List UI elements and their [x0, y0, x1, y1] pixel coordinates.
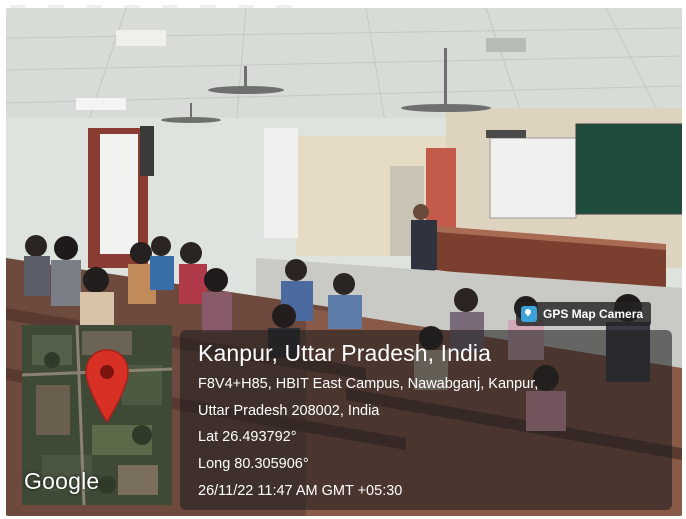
map-provider-label: Google	[24, 468, 100, 494]
map-pin-icon	[521, 306, 537, 322]
location-pin-icon	[85, 349, 129, 424]
address-line-1: F8V4+H85, HBIT East Campus, Nawabganj, K…	[198, 376, 539, 392]
datetime-text: 26/11/22 11:47 AM GMT +05:30	[198, 483, 403, 499]
brand-label: GPS Map Camera	[543, 307, 644, 321]
top-blur-dots	[10, 0, 314, 13]
location-title: Kanpur, Uttar Pradesh, India	[198, 340, 492, 366]
latitude-text: Lat 26.493792°	[198, 429, 297, 445]
gps-map-camera-badge: GPS Map Camera	[516, 302, 652, 326]
longitude-text: Long 80.305906°	[198, 456, 309, 472]
address-line-2: Uttar Pradesh 208002, India	[198, 403, 380, 419]
